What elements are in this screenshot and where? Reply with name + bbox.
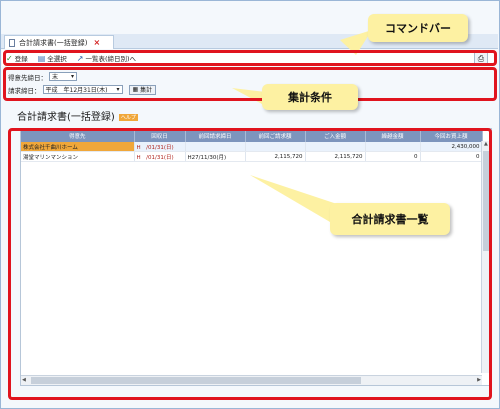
command-bar-highlight [3, 50, 497, 66]
list-highlight [8, 128, 492, 400]
callout-list: 合計請求書一覧 [330, 203, 450, 235]
conditions-highlight [3, 67, 497, 101]
callout-conditions: 集計条件 [262, 84, 358, 110]
callout-command-bar: コマンドバー [368, 14, 468, 42]
